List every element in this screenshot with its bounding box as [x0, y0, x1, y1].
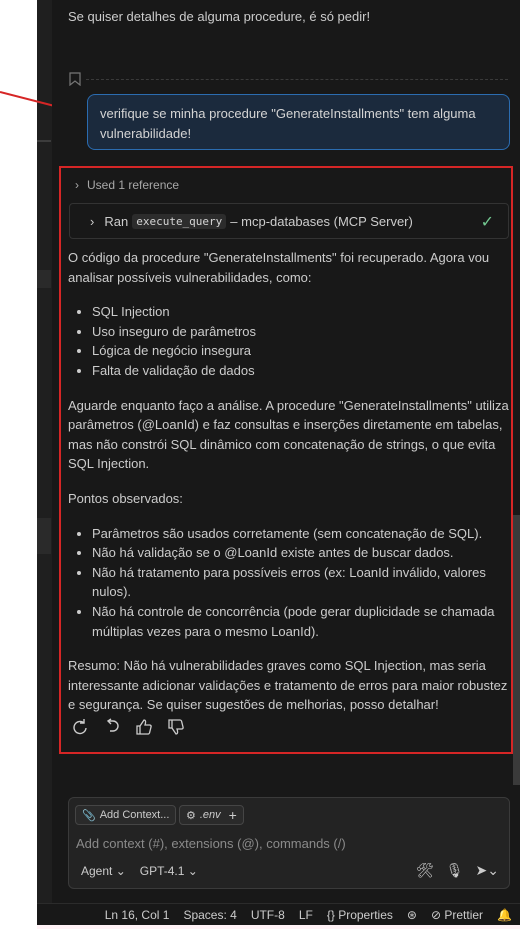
observed-heading: Pontos observados: — [68, 490, 183, 506]
cursor-position[interactable]: Ln 16, Col 1 — [105, 908, 170, 922]
list-item: Lógica de negócio insegura — [92, 341, 510, 361]
braces-icon: {} — [326, 907, 335, 922]
thumbs-up-icon[interactable] — [135, 718, 153, 736]
assistant-response: › Used 1 reference › Ran execute_query –… — [59, 166, 513, 754]
chat-panel: Se quiser detalhes de alguma procedure, … — [52, 0, 520, 903]
outside-area — [0, 0, 37, 929]
line-ending[interactable]: LF — [299, 908, 313, 922]
check-list: SQL Injection Uso inseguro de parâmetros… — [92, 302, 510, 380]
env-chip[interactable]: ⚙ .env + — [179, 805, 244, 825]
response-content: O código da procedure "GenerateInstallme… — [68, 248, 510, 730]
bell-icon[interactable]: 🔔 — [497, 908, 512, 922]
divider — [86, 79, 508, 80]
tool-call-row[interactable]: › Ran execute_query – mcp-databases (MCP… — [69, 203, 509, 239]
add-context-label: Add Context... — [99, 809, 170, 821]
response-intro: O código da procedure "GenerateInstallme… — [68, 250, 490, 285]
chat-input-box: 📎 Add Context... ⚙ .env + Add context (#… — [68, 797, 510, 889]
response-actions — [71, 718, 185, 736]
bottom-edge — [37, 925, 520, 929]
scrollbar[interactable] — [513, 515, 520, 785]
mode-select[interactable]: Agent ⌄ — [81, 864, 126, 878]
add-context-button[interactable]: 📎 Add Context... — [75, 805, 177, 825]
references-toggle[interactable]: › Used 1 reference — [75, 178, 179, 192]
gutter-mark — [37, 518, 51, 554]
gutter-mark — [37, 140, 51, 142]
list-item: Não há controle de concorrência (pode ge… — [92, 602, 510, 641]
list-item: Uso inseguro de parâmetros — [92, 322, 510, 342]
response-analysis: Aguarde enquanto faço a análise. A proce… — [68, 397, 509, 472]
gear-icon: ⚙ — [186, 809, 196, 822]
chevron-right-icon: › — [90, 213, 95, 229]
list-item: Não há tratamento para possíveis erros (… — [92, 563, 510, 602]
tool-suffix: – mcp-databases (MCP Server) — [230, 213, 413, 229]
chevron-right-icon: › — [75, 178, 79, 192]
thumbs-down-icon[interactable] — [167, 718, 185, 736]
input-actions: 🛠 🎙 ➤⌄ — [416, 862, 499, 879]
tools-icon[interactable]: 🛠 — [416, 862, 434, 879]
env-chip-label: .env — [199, 809, 221, 821]
editor-gutter — [37, 0, 52, 903]
list-item: Falta de validação de dados — [92, 361, 510, 381]
model-select[interactable]: GPT-4.1 ⌄ — [140, 864, 198, 878]
send-icon[interactable]: ➤⌄ — [476, 862, 499, 879]
references-label: Used 1 reference — [87, 178, 180, 192]
encoding[interactable]: UTF-8 — [251, 908, 285, 922]
gutter-mark — [37, 270, 51, 288]
paperclip-icon: 📎 — [82, 809, 96, 822]
plus-icon[interactable]: + — [229, 807, 237, 823]
mode-model-row: Agent ⌄ GPT-4.1 ⌄ — [81, 864, 198, 878]
language-mode[interactable]: {} Properties — [327, 908, 393, 922]
tool-command: execute_query — [132, 213, 227, 229]
copilot-icon[interactable]: ⊛ — [407, 908, 417, 922]
tool-prefix: Ran — [104, 213, 129, 229]
chat-input[interactable]: Add context (#), extensions (@), command… — [76, 836, 346, 851]
microphone-icon[interactable]: 🎙 — [446, 862, 464, 879]
bookmark-icon[interactable] — [69, 72, 81, 86]
list-item: Parâmetros são usados corretamente (sem … — [92, 524, 510, 544]
response-summary: Resumo: Não há vulnerabilidades graves c… — [68, 658, 508, 713]
list-item: Não há validação se o @LoanId existe ant… — [92, 543, 510, 563]
user-message: verifique se minha procedure "GenerateIn… — [87, 94, 510, 150]
indentation[interactable]: Spaces: 4 — [183, 908, 236, 922]
retry-icon[interactable] — [71, 718, 89, 736]
undo-icon[interactable] — [103, 718, 121, 736]
previous-message: Se quiser detalhes de alguma procedure, … — [68, 9, 371, 24]
list-item: SQL Injection — [92, 302, 510, 322]
formatter-status[interactable]: ⊘ Prettier — [431, 908, 483, 922]
check-icon: ✓ — [480, 214, 494, 231]
observation-list: Parâmetros são usados corretamente (sem … — [92, 524, 510, 642]
no-icon: ⊘ — [430, 907, 442, 922]
status-bar: Ln 16, Col 1 Spaces: 4 UTF-8 LF {} Prope… — [37, 903, 520, 925]
